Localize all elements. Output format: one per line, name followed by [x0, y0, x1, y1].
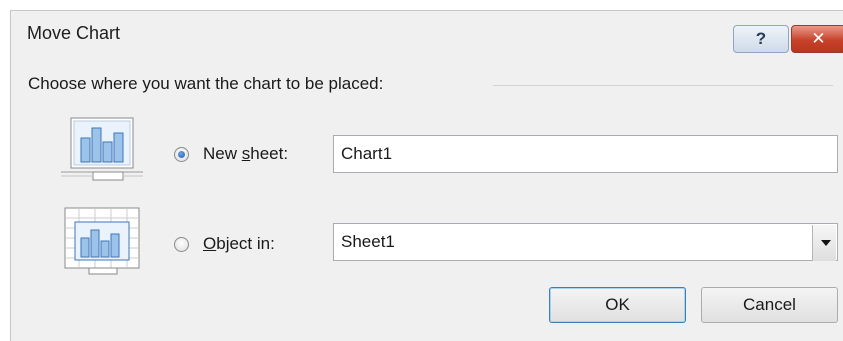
chart-sheet-icon: [61, 117, 143, 181]
dialog-title: Move Chart: [27, 23, 121, 43]
new-sheet-label: New sheet:: [203, 144, 289, 163]
embedded-chart-icon: [64, 207, 140, 275]
new-sheet-radio[interactable]: [174, 147, 189, 162]
ok-button[interactable]: OK: [549, 287, 686, 323]
new-sheet-name-field[interactable]: Chart1: [333, 135, 838, 173]
title-bar: Move Chart ? ✕: [11, 11, 843, 59]
cancel-button[interactable]: Cancel: [701, 287, 838, 323]
close-button[interactable]: ✕: [791, 25, 843, 53]
object-in-sheet-select[interactable]: Sheet1: [333, 223, 838, 261]
move-chart-dialog: Move Chart ? ✕ Choose where you want the…: [10, 10, 843, 341]
help-button[interactable]: ?: [733, 25, 789, 53]
placement-prompt: Choose where you want the chart to be pl…: [28, 74, 384, 93]
object-in-sheet-value: Sheet1: [341, 232, 395, 251]
object-in-label: Object in:: [203, 234, 275, 253]
group-divider: [493, 85, 833, 86]
object-in-radio[interactable]: [174, 237, 189, 252]
chevron-down-icon[interactable]: [812, 225, 836, 261]
